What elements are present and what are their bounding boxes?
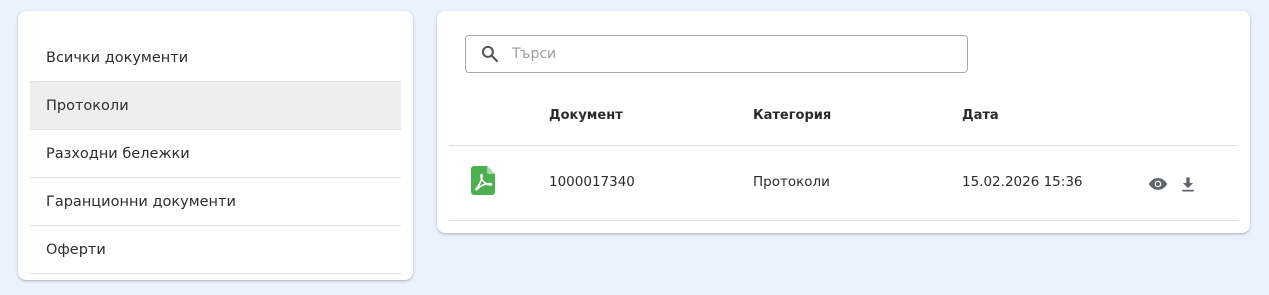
document-date: 15.02.2026 15:36	[962, 174, 1083, 190]
row-divider	[449, 220, 1238, 221]
column-header-category[interactable]: Категория	[753, 108, 831, 123]
document-number[interactable]: 1000017340	[549, 174, 635, 190]
category-item-label: Разходни бележки	[46, 145, 190, 162]
category-item-offers[interactable]: Оферти	[30, 226, 401, 274]
category-item-label: Всички документи	[46, 49, 189, 66]
eye-icon[interactable]	[1148, 174, 1168, 194]
column-header-document[interactable]: Документ	[549, 108, 623, 123]
category-item-label: Гаранционни документи	[46, 193, 236, 210]
category-item-all-documents[interactable]: Всички документи	[30, 34, 401, 82]
documents-panel: Документ Категория Дата 1000017340 Прото…	[437, 11, 1250, 233]
search-icon	[481, 45, 499, 63]
category-item-label: Оферти	[46, 241, 106, 258]
category-item-warranty-documents[interactable]: Гаранционни документи	[30, 178, 401, 226]
search-box[interactable]	[465, 35, 968, 73]
document-category: Протоколи	[753, 174, 830, 190]
category-list: Всички документи Протоколи Разходни беле…	[30, 34, 401, 274]
search-input[interactable]	[510, 45, 954, 63]
header-divider	[449, 145, 1238, 146]
category-item-expense-receipts[interactable]: Разходни бележки	[30, 130, 401, 178]
download-icon[interactable]	[1178, 174, 1198, 194]
category-item-label: Протоколи	[46, 97, 129, 114]
category-item-protocols[interactable]: Протоколи	[30, 82, 401, 130]
pdf-icon	[471, 166, 495, 195]
document-category-panel: Всички документи Протоколи Разходни беле…	[18, 11, 413, 280]
column-header-date[interactable]: Дата	[962, 108, 999, 123]
